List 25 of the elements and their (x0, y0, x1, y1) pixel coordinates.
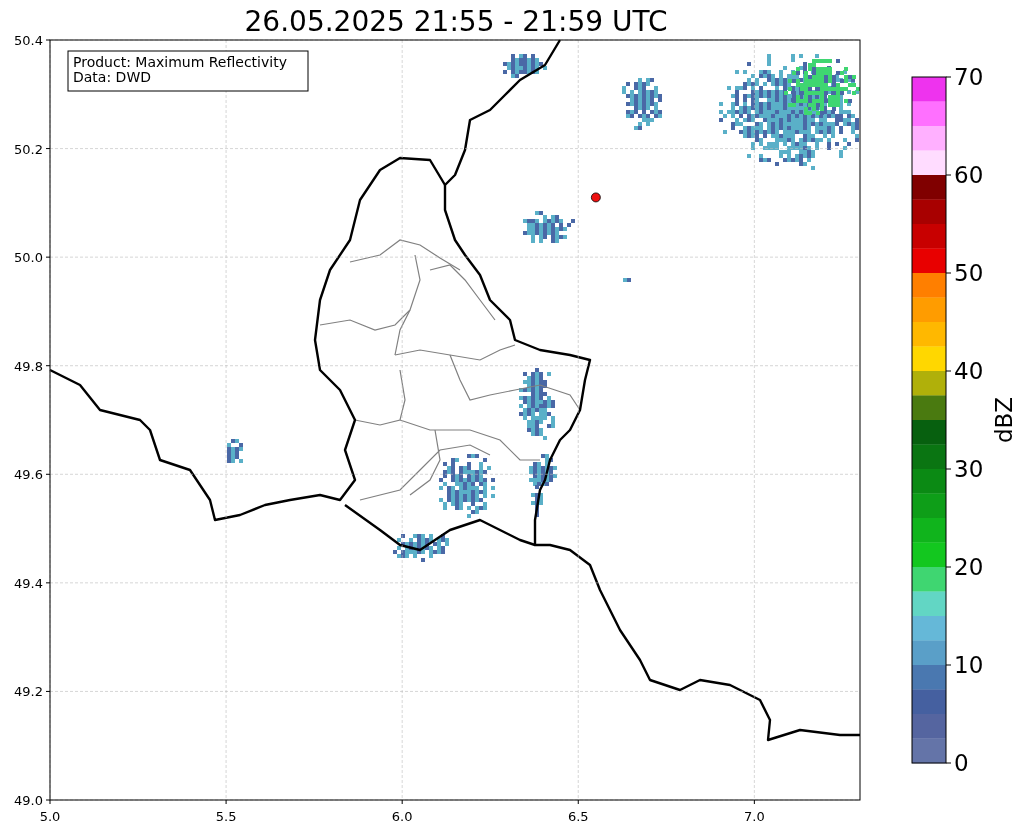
y-tick-label: 50.0 (14, 250, 43, 266)
x-tick-label: 6.0 (391, 809, 413, 824)
colorbar-tick-label: 50 (954, 260, 984, 286)
chart-title: 26.05.2025 21:55 - 21:59 UTC (244, 5, 668, 38)
x-tick-label: 6.5 (567, 809, 589, 824)
x-tick-label: 7.0 (744, 809, 765, 824)
colorbar-tick-label: 70 (954, 64, 984, 90)
colorbar-tick-label: 10 (954, 652, 984, 678)
y-tick-label: 50.4 (14, 33, 43, 48)
x-tick-label: 5.5 (215, 809, 237, 824)
y-tick-label: 49.4 (14, 575, 43, 591)
colorbar-tick-label: 0 (954, 750, 969, 776)
y-tick-label: 49.8 (14, 358, 43, 374)
colorbar-tick-label: 30 (954, 456, 984, 482)
y-tick-label: 50.2 (14, 141, 43, 157)
y-tick-label: 49.2 (14, 684, 43, 700)
x-tick-label: 5.0 (39, 809, 61, 824)
colorbar-tick-label: 40 (954, 358, 984, 384)
info-text: Product: Maximum Reflectivity (73, 54, 287, 70)
colorbar-label: dBZ (991, 396, 1017, 444)
colorbar-tick-label: 20 (954, 554, 984, 580)
y-tick-label: 49.6 (14, 467, 43, 483)
info-text: Data: DWD (73, 69, 151, 85)
y-tick-label: 49.0 (14, 793, 43, 808)
colorbar-tick-label: 60 (954, 162, 984, 188)
